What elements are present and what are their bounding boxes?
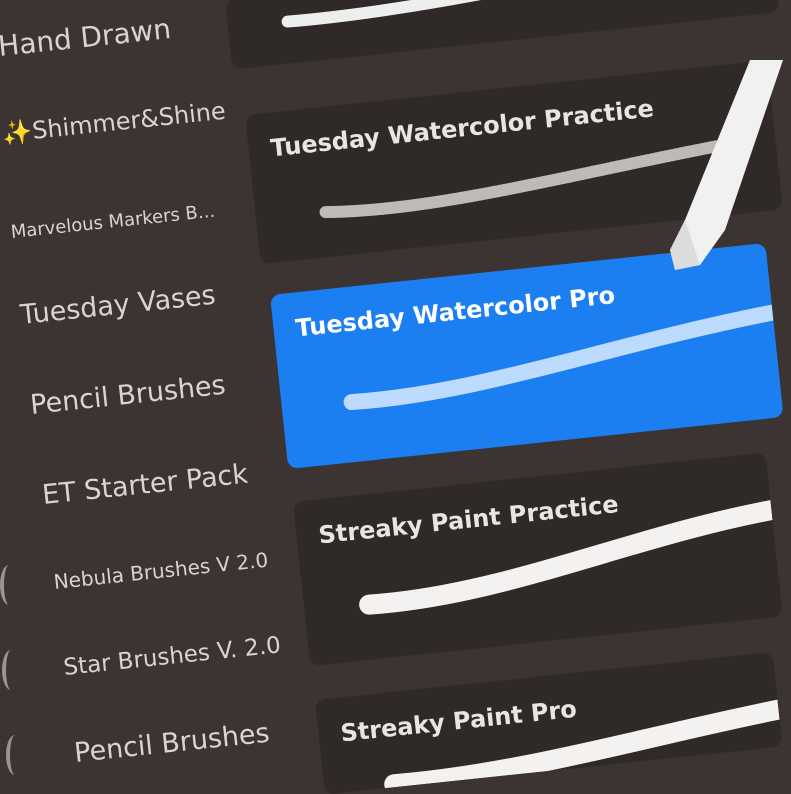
library-item-nebula-brushes[interactable]: Nebula Brushes V 2.0	[52, 548, 269, 594]
brush-card-streaky-paint-practice[interactable]: Streaky Paint Practice	[293, 452, 783, 667]
sparkles-icon: ✨	[1, 117, 34, 148]
library-item-et-starter-pack[interactable]: ET Starter Pack	[41, 459, 250, 511]
brush-card-streaky-paint-pro[interactable]: Streaky Paint Pro	[315, 651, 783, 794]
library-item-shimmer-shine[interactable]: ✨Shimmer&Shine	[1, 97, 227, 148]
brush-stroke-preview	[384, 699, 783, 794]
apple-pencil	[670, 60, 783, 270]
library-item-hand-drawn[interactable]: Hand Drawn	[0, 12, 173, 63]
library-thumbnail	[2, 650, 20, 690]
library-thumbnail	[0, 565, 18, 605]
library-item-pencil-brushes-2[interactable]: Pencil Brushes	[73, 718, 271, 769]
library-item-star-brushes[interactable]: Star Brushes V. 2.0	[62, 632, 282, 681]
library-item-pencil-brushes[interactable]: Pencil Brushes	[29, 370, 227, 421]
library-item-tuesday-vases[interactable]: Tuesday Vases	[19, 280, 217, 331]
brush-stroke-preview	[359, 500, 782, 615]
library-item-marvelous-markers[interactable]: Marvelous Markers B...	[10, 201, 216, 243]
library-item-label: Shimmer&Shine	[30, 96, 227, 145]
library-thumbnail	[6, 735, 24, 775]
